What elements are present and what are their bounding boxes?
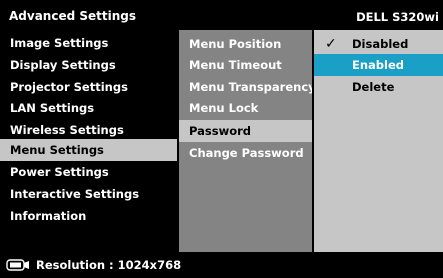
option-label: Enabled [352,58,405,72]
main-menu-item-interactive-settings[interactable]: Interactive Settings [0,183,179,205]
column-divider [312,30,314,252]
main-menu-item-image-settings[interactable]: Image Settings [0,32,179,54]
menu-title: Advanced Settings [9,9,137,23]
main-menu-item-menu-settings[interactable]: Menu Settings [0,139,179,161]
sub-menu-item-menu-timeout[interactable]: Menu Timeout [179,54,314,76]
main-menu-item-projector-settings[interactable]: Projector Settings [0,76,179,98]
option-label: Delete [352,80,395,94]
sub-menu-item-menu-lock[interactable]: Menu Lock [179,97,314,119]
column-divider [177,30,179,252]
sub-menu-item-password[interactable]: Password [179,120,314,142]
option-delete[interactable]: Delete [314,76,443,98]
option-disabled[interactable]: ✓ Disabled [314,33,443,55]
main-menu-item-display-settings[interactable]: Display Settings [0,54,179,76]
options-menu: ✓ Disabled Enabled Delete [314,30,443,252]
resolution-text: Resolution : 1024x768 [36,258,182,272]
main-menu-item-power-settings[interactable]: Power Settings [0,161,179,183]
osd-window: Advanced Settings DELL S320wi Image Sett… [0,0,443,278]
status-bar: Resolution : 1024x768 [0,252,443,278]
main-menu-item-wireless-settings[interactable]: Wireless Settings [0,119,179,141]
model-name: DELL S320wi [356,10,439,24]
option-label: Disabled [352,37,409,51]
checkmark-icon: ✓ [325,36,337,52]
option-enabled[interactable]: Enabled [314,54,443,76]
main-menu-item-information[interactable]: Information [0,205,179,227]
sub-menu-item-change-password[interactable]: Change Password [179,142,314,164]
main-menu-item-lan-settings[interactable]: LAN Settings [0,97,179,119]
sub-menu: Menu Position Menu Timeout Menu Transpar… [179,30,316,252]
header-bar: Advanced Settings DELL S320wi [0,0,443,30]
main-menu: Image Settings Display Settings Projecto… [0,30,179,252]
sub-menu-item-menu-position[interactable]: Menu Position [179,33,314,55]
monitor-icon [6,259,29,271]
sub-menu-item-menu-transparency[interactable]: Menu Transparency [179,76,316,98]
